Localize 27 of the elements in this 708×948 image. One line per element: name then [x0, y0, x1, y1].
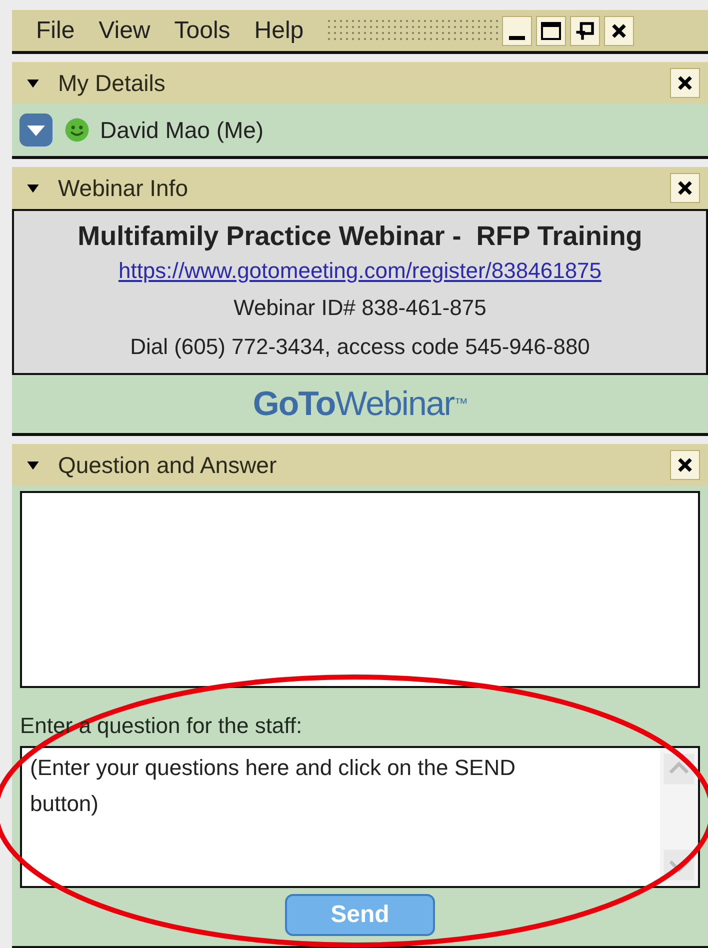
- menu-item[interactable]: Tools: [174, 12, 230, 48]
- detach-icon: [574, 20, 595, 40]
- menu-item[interactable]: File: [36, 12, 75, 48]
- dial-in-info: Dial (605) 772-3434, access code 545-946-880: [130, 333, 590, 361]
- panel-title: Question and Answer: [58, 450, 277, 480]
- minimize-button[interactable]: [502, 16, 532, 46]
- registration-link[interactable]: https://www.gotomeeting.com/register/838461875: [118, 255, 602, 287]
- user-name: David Mao (Me): [100, 116, 264, 145]
- close-button[interactable]: [670, 173, 700, 203]
- webinar-id: Webinar ID# 838-461-875: [234, 294, 486, 322]
- close-icon: [610, 22, 628, 40]
- maximize-button[interactable]: [536, 16, 566, 46]
- close-icon: [676, 456, 694, 474]
- detach-button[interactable]: [570, 16, 600, 46]
- close-icon: [676, 179, 694, 197]
- close-icon: [676, 74, 694, 92]
- gotowebinar-logo: GoToWebinar$^{™}$: [252, 384, 468, 424]
- panel-title: Webinar Info: [58, 174, 188, 203]
- close-button[interactable]: [604, 16, 634, 46]
- webinar-title: Multifamily Practice Webinar - RFP Training: [78, 220, 642, 253]
- smiley-icon: [64, 117, 90, 143]
- menu-item[interactable]: Help: [254, 12, 304, 48]
- dropdown-icon[interactable]: [18, 112, 54, 148]
- close-button[interactable]: [670, 450, 700, 480]
- menu-item[interactable]: View: [98, 12, 150, 48]
- panel-title: My Details: [58, 68, 166, 98]
- close-button[interactable]: [670, 68, 700, 98]
